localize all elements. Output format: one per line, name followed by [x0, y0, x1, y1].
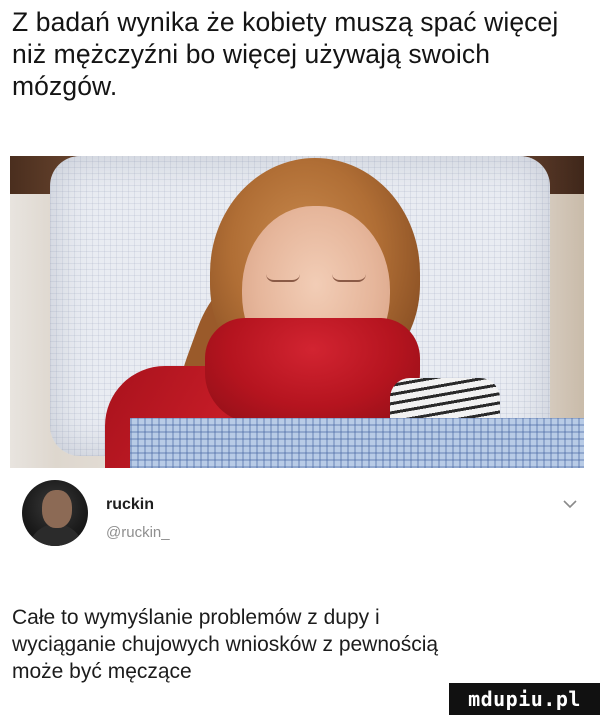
chevron-down-icon[interactable] [562, 498, 578, 510]
watermark-logo: mdupiu.pl [449, 683, 600, 715]
comment-text: Całe to wymyślanie problemów z dupy i wy… [12, 606, 439, 683]
post-caption: Z badań wynika że kobiety muszą spać wię… [12, 7, 559, 101]
comment-username[interactable]: ruckin [106, 496, 154, 514]
sleeping-woman-photo [10, 156, 584, 468]
avatar[interactable] [22, 480, 88, 546]
comment-handle[interactable]: @ruckin_ [106, 524, 170, 541]
